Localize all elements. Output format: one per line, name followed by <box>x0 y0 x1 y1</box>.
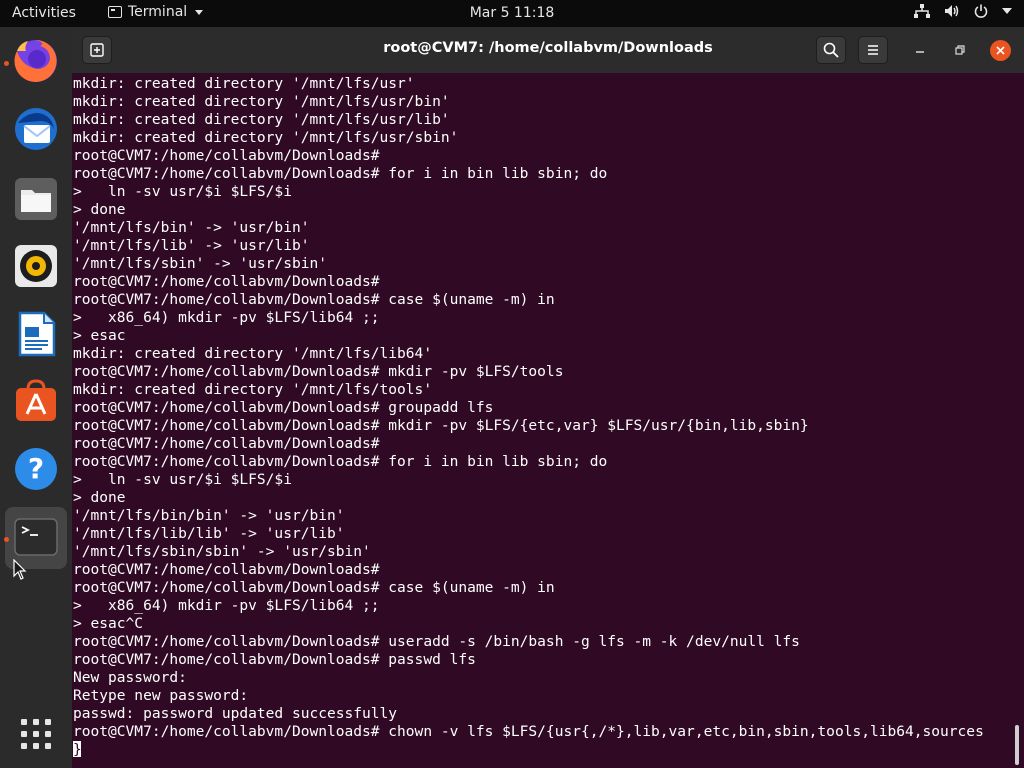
terminal-line: > ln -sv usr/$i $LFS/$i <box>73 183 292 200</box>
terminal-line: root@CVM7:/home/collabvm/Downloads# grou… <box>73 399 494 416</box>
menu-button[interactable] <box>858 36 888 64</box>
running-indicator <box>4 61 9 66</box>
firefox-icon <box>14 40 57 82</box>
dock-item-writer[interactable] <box>12 310 60 358</box>
terminal-line: mkdir: created directory '/mnt/lfs/tools… <box>73 381 433 398</box>
terminal-line: passwd: password updated successfully <box>73 705 398 722</box>
terminal-line: root@CVM7:/home/collabvm/Downloads# <box>73 147 380 164</box>
terminal-line: New password: <box>73 669 187 686</box>
maximize-button[interactable] <box>950 40 970 60</box>
power-icon <box>974 4 988 18</box>
terminal-line: > x86_64) mkdir -pv $LFS/lib64 ;; <box>73 597 380 614</box>
terminal-window[interactable]: root@CVM7: /home/collabvm/Downloads mkdi… <box>72 27 1024 768</box>
search-button[interactable] <box>816 36 846 64</box>
dock-item-firefox[interactable] <box>12 37 60 85</box>
hamburger-icon <box>868 45 878 55</box>
terminal-line: root@CVM7:/home/collabvm/Downloads# case… <box>73 291 555 308</box>
software-icon <box>16 379 56 421</box>
scrollbar[interactable] <box>1015 725 1019 765</box>
terminal-line: root@CVM7:/home/collabvm/Downloads# pass… <box>73 651 476 668</box>
terminal-line: Retype new password: <box>73 687 249 704</box>
clock[interactable]: Mar 5 11:18 <box>0 5 1024 21</box>
terminal-line: root@CVM7:/home/collabvm/Downloads# mkdi… <box>73 417 809 434</box>
dock-item-rhythmbox[interactable] <box>12 242 60 290</box>
terminal-line: > esac^C <box>73 615 144 632</box>
terminal-line: '/mnt/lfs/lib' -> 'usr/lib' <box>73 237 310 254</box>
terminal-line: root@CVM7:/home/collabvm/Downloads# <box>73 561 380 578</box>
close-icon <box>996 46 1005 55</box>
terminal-line: root@CVM7:/home/collabvm/Downloads# for … <box>73 453 608 470</box>
terminal-line: > esac <box>73 327 126 344</box>
terminal-line: '/mnt/lfs/sbin' -> 'usr/sbin' <box>73 255 327 272</box>
terminal-line: > done <box>73 489 126 506</box>
mouse-pointer-icon <box>13 559 27 580</box>
search-icon <box>823 42 839 58</box>
terminal-line: mkdir: created directory '/mnt/lfs/usr' <box>73 75 415 92</box>
terminal-line: > ln -sv usr/$i $LFS/$i <box>73 471 292 488</box>
terminal-line: > x86_64) mkdir -pv $LFS/lib64 ;; <box>73 309 380 326</box>
terminal-line: } <box>73 741 1013 759</box>
title-bar[interactable]: root@CVM7: /home/collabvm/Downloads <box>72 27 1024 73</box>
restore-icon <box>955 45 965 55</box>
dock-item-help[interactable]: ? <box>12 445 60 493</box>
terminal-line: root@CVM7:/home/collabvm/Downloads# user… <box>73 633 800 650</box>
system-tray[interactable] <box>914 4 1012 18</box>
dock-item-software[interactable] <box>12 377 60 425</box>
terminal-line: mkdir: created directory '/mnt/lfs/usr/s… <box>73 129 459 146</box>
grid-icon <box>21 719 51 749</box>
writer-icon <box>18 311 56 357</box>
terminal-line: root@CVM7:/home/collabvm/Downloads# <box>73 435 380 452</box>
dock-item-thunderbird[interactable] <box>12 105 60 153</box>
terminal-line: root@CVM7:/home/collabvm/Downloads# mkdi… <box>73 363 564 380</box>
terminal-line: > done <box>73 201 126 218</box>
show-applications-button[interactable] <box>12 710 60 758</box>
terminal-icon <box>14 518 58 556</box>
dock: ? <box>0 27 72 768</box>
terminal-line: '/mnt/lfs/bin' -> 'usr/bin' <box>73 219 310 236</box>
terminal-line: root@CVM7:/home/collabvm/Downloads# <box>73 273 380 290</box>
minimize-icon <box>916 51 924 53</box>
terminal-line: mkdir: created directory '/mnt/lfs/lib64… <box>73 345 433 362</box>
chevron-down-icon <box>1002 7 1012 15</box>
help-icon: ? <box>15 448 57 490</box>
close-button[interactable] <box>990 40 1011 61</box>
volume-icon <box>944 4 960 18</box>
network-icon <box>914 4 930 18</box>
dock-item-terminal[interactable] <box>12 513 60 561</box>
terminal-line: root@CVM7:/home/collabvm/Downloads# chow… <box>73 723 984 740</box>
terminal-line: mkdir: created directory '/mnt/lfs/usr/b… <box>73 93 450 110</box>
dock-item-files[interactable] <box>12 175 60 223</box>
svg-text:?: ? <box>28 452 44 485</box>
terminal-line: mkdir: created directory '/mnt/lfs/usr/l… <box>73 111 450 128</box>
minimize-button[interactable] <box>910 40 930 60</box>
terminal-output[interactable]: mkdir: created directory '/mnt/lfs/usr' m… <box>73 75 1013 768</box>
terminal-line: '/mnt/lfs/bin/bin' -> 'usr/bin' <box>73 507 345 524</box>
rhythmbox-icon <box>15 245 57 287</box>
terminal-line: root@CVM7:/home/collabvm/Downloads# for … <box>73 165 608 182</box>
terminal-line: '/mnt/lfs/sbin/sbin' -> 'usr/sbin' <box>73 543 371 560</box>
top-bar: Activities Terminal Mar 5 11:18 <box>0 0 1024 27</box>
cursor-char: } <box>73 741 82 758</box>
files-icon <box>15 178 57 220</box>
thunderbird-icon <box>15 108 57 150</box>
terminal-line: root@CVM7:/home/collabvm/Downloads# case… <box>73 579 555 596</box>
running-indicator <box>4 537 9 542</box>
terminal-line: '/mnt/lfs/lib/lib' -> 'usr/lib' <box>73 525 345 542</box>
